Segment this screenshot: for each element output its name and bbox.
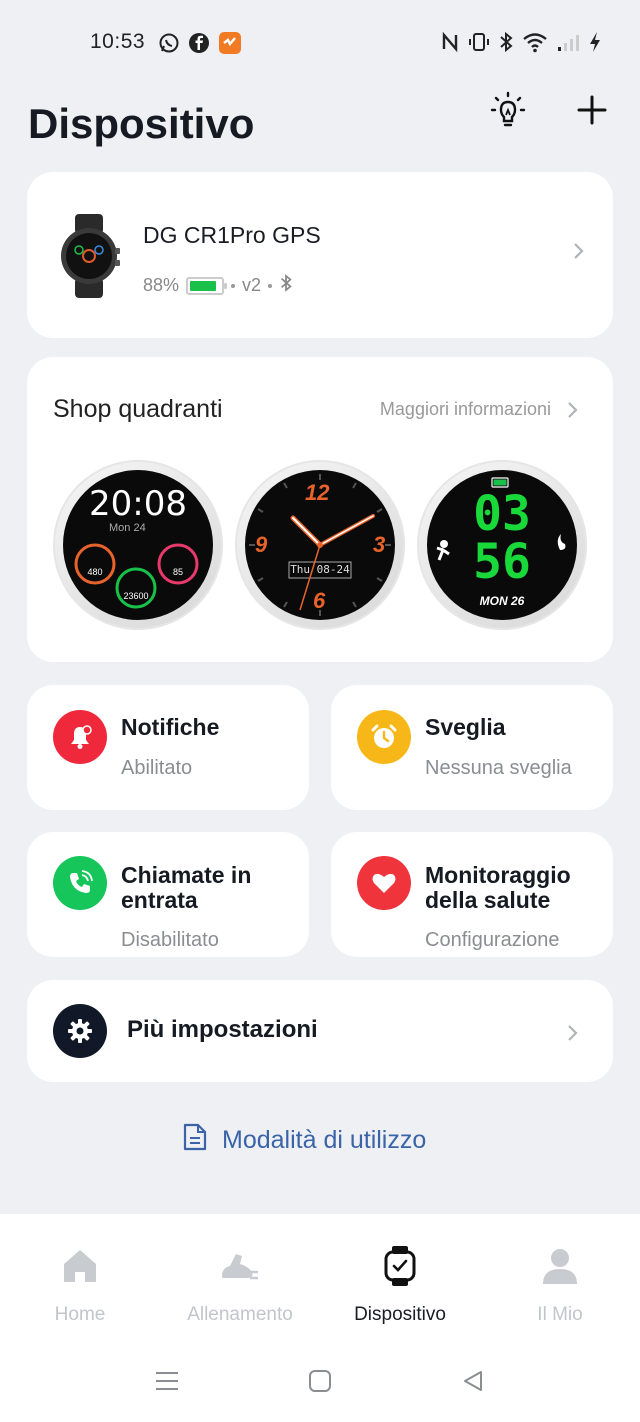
tile-title: Monitoraggio della salute [425,862,571,913]
bluetooth-icon [498,31,514,58]
alarm-clock-icon [357,710,411,764]
face-stat: 23600 [123,591,149,601]
face-minutes: 56 [473,534,531,590]
watch-face-digital: 20:08 Mon 24 480 85 23600 [63,470,213,620]
nav-label: Il Mio [537,1304,583,1325]
device-status: 88% v2 [143,272,293,299]
wifi-icon [522,31,548,58]
face-time: 20:08 [89,484,187,524]
whatsapp-icon [158,32,180,59]
watch-face-sport: 03 56 MON 26 [427,470,577,620]
heart-icon [357,856,411,910]
more-info-link[interactable]: Maggiori informazioni [380,399,551,420]
device-card[interactable]: DG CR1Pro GPS 88% v2 [27,172,613,338]
status-bar: 10:53 [0,0,640,84]
document-icon [182,1122,208,1159]
tile-title: Notifiche [121,714,220,740]
watch-face-option[interactable]: 20:08 Mon 24 480 85 23600 [53,460,223,630]
gear-icon [53,1004,107,1058]
tile-status: Disabilitato [121,929,219,951]
chevron-right-icon[interactable] [565,397,579,428]
app-notification-icon [218,31,242,60]
face-date: Mon 24 [109,522,146,534]
tile-status: Nessuna sveglia [425,757,572,779]
charging-icon [588,31,602,58]
shop-title: Shop quadranti [53,395,223,423]
chevron-right-icon [571,238,585,269]
back-button[interactable] [458,1366,488,1396]
plus-icon[interactable] [570,88,614,132]
nav-profile[interactable]: Il Mio [480,1244,640,1326]
face-date: Thu 08-24 [290,563,350,576]
alarm-tile[interactable]: Sveglia Nessuna sveglia [331,685,613,810]
device-name: DG CR1Pro GPS [143,222,321,248]
watch-face-analog: 12 3 6 9 Thu 08-24 [245,470,395,620]
health-monitoring-tile[interactable]: Monitoraggio della salute Configurazione [331,832,613,957]
separator-dot [231,283,236,288]
phone-icon [53,856,107,910]
home-button[interactable] [305,1366,335,1396]
face-stat: 85 [172,567,183,577]
chevron-right-icon [565,1020,579,1051]
usage-mode-link[interactable]: Modalità di utilizzo [182,1122,426,1159]
nav-label: Allenamento [187,1304,293,1325]
more-settings-label: Più impostazioni [127,1016,318,1043]
face-hours: 03 [473,486,531,542]
battery-percent: 88% [143,275,180,295]
facebook-icon [188,32,210,59]
face-date: MON 26 [479,594,525,608]
smartwatch-image [57,214,121,303]
tile-status: Abilitato [121,757,193,779]
separator-dot [268,283,273,288]
bluetooth-icon [279,272,293,299]
recent-apps-button[interactable] [152,1366,182,1396]
person-icon [480,1244,640,1288]
face-number: 9 [255,532,268,557]
watch-face-option[interactable]: 12 3 6 9 Thu 08-24 [235,460,405,630]
face-number: 3 [373,532,386,557]
nav-label: Dispositivo [354,1304,446,1325]
nav-label: Home [54,1304,106,1325]
face-stat: 480 [87,567,103,577]
watch-face-shop-card: Shop quadranti Maggiori informazioni 20:… [27,357,613,662]
nav-home[interactable]: Home [0,1244,160,1326]
more-settings-button[interactable]: Più impostazioni [27,980,613,1082]
tile-title: Chiamate in entrata [121,862,252,913]
incoming-calls-tile[interactable]: Chiamate in entrata Disabilitato [27,832,309,957]
watch-icon [320,1244,480,1288]
firmware-version: v2 [242,275,262,295]
notifications-tile[interactable]: Notifiche Abilitato [27,685,309,810]
page-title: Dispositivo [28,100,255,147]
notification-bell-icon [53,710,107,764]
nav-device[interactable]: Dispositivo [320,1244,480,1326]
nfc-icon [440,31,460,58]
usage-mode-label: Modalità di utilizzo [222,1126,427,1154]
sneaker-icon [160,1244,320,1288]
battery-icon [186,276,228,295]
home-icon [0,1244,160,1288]
signal-icon [556,31,580,58]
tile-title: Sveglia [425,714,506,740]
tile-status: Configurazione [425,929,560,951]
lightbulb-icon[interactable] [486,88,530,132]
face-number: 6 [313,588,326,613]
nav-training[interactable]: Allenamento [160,1244,320,1326]
vibrate-icon [468,31,490,58]
face-number: 12 [305,480,330,505]
status-time: 10:53 [90,30,146,53]
watch-face-option[interactable]: 03 56 MON 26 [417,460,587,630]
